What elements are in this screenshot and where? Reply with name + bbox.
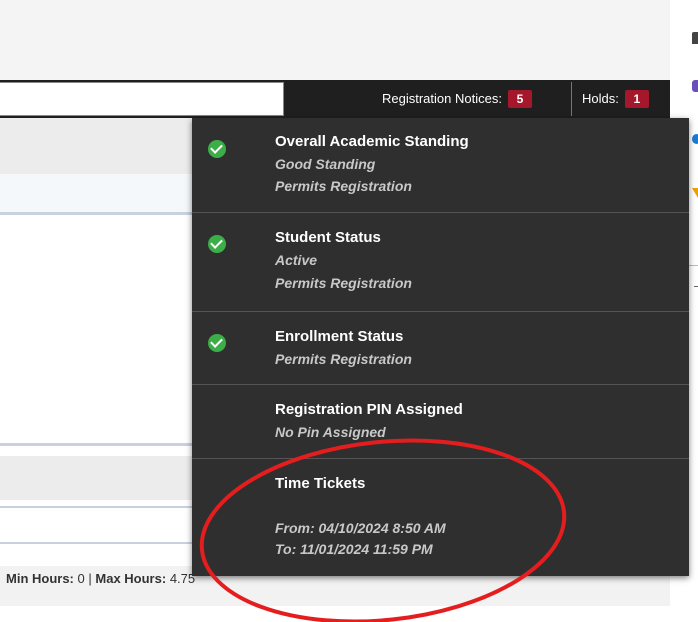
notice-time-tickets: Time Tickets From: 04/10/2024 8:50 AM To… (192, 459, 689, 576)
user-icon[interactable] (692, 32, 698, 44)
hours-summary: Min Hours: 0 | Max Hours: 4.75 (6, 570, 195, 588)
max-hours-label: Max Hours: (95, 571, 167, 586)
filter-icon[interactable] (692, 188, 698, 198)
min-hours-label: Min Hours: (6, 571, 74, 586)
notice-line: From: 04/10/2024 8:50 AM (275, 520, 446, 536)
check-icon (208, 235, 226, 253)
notice-line: Permits Registration (275, 178, 412, 194)
app-icon[interactable] (692, 80, 698, 92)
settings-icon[interactable] (692, 134, 698, 144)
notice-enrollment-status: Enrollment Status Permits Registration (192, 312, 689, 385)
holds-badge: 1 (624, 90, 649, 108)
holds-link[interactable]: Holds: 1 (582, 90, 649, 108)
registration-notices-badge: 5 (507, 90, 532, 108)
notice-line: To: 11/01/2024 11:59 PM (275, 541, 433, 557)
toolbar-divider (571, 82, 572, 116)
notice-student-status: Student Status Active Permits Registrati… (192, 213, 689, 312)
notice-line: Permits Registration (275, 275, 412, 291)
notice-academic-standing: Overall Academic Standing Good Standing … (192, 118, 689, 213)
notice-line: Good Standing (275, 156, 376, 172)
notice-title: Overall Academic Standing (275, 133, 469, 150)
registration-notices-label: Registration Notices: (382, 91, 502, 106)
check-icon (208, 334, 226, 352)
notice-title: Registration PIN Assigned (275, 401, 463, 418)
top-header-area (0, 0, 670, 80)
min-hours-value: 0 (77, 571, 85, 586)
search-input[interactable] (0, 82, 284, 116)
notice-line: Permits Registration (275, 351, 412, 367)
registration-notices-dropdown: Overall Academic Standing Good Standing … (192, 118, 689, 576)
check-icon (208, 140, 226, 158)
holds-label: Holds: (582, 91, 619, 106)
notice-registration-pin: Registration PIN Assigned No Pin Assigne… (192, 385, 689, 459)
notice-line: Active (275, 252, 318, 268)
registration-notices-link[interactable]: Registration Notices: 5 (382, 90, 532, 108)
notice-title: Time Tickets (275, 475, 366, 492)
hours-separator: | (88, 571, 92, 586)
notice-title: Student Status (275, 229, 381, 246)
notice-title: Enrollment Status (275, 328, 404, 345)
rail-dash (694, 286, 698, 287)
notice-line: No Pin Assigned (275, 424, 386, 440)
